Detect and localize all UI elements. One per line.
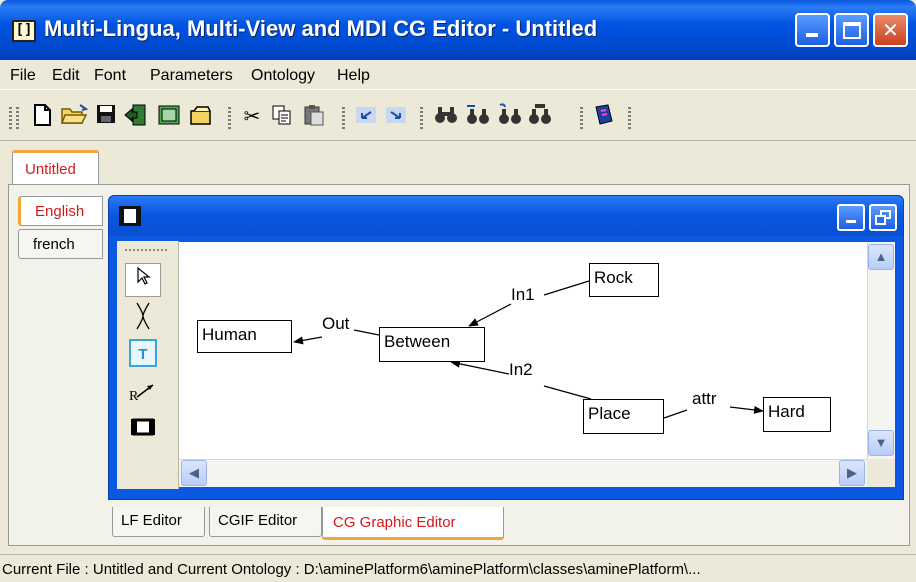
relation-in2[interactable]: In2 (509, 360, 533, 380)
concept-label: Between (384, 332, 451, 351)
edge-in2-between (450, 359, 510, 375)
concept-rock[interactable]: Rock (589, 263, 659, 297)
open-folder-icon[interactable] (60, 103, 89, 131)
find-replace-icon[interactable] (496, 103, 524, 131)
toolbar-separator (420, 107, 423, 131)
edge-between-out (353, 329, 380, 336)
language-tab-english[interactable]: English (18, 196, 103, 226)
title-bar: [] Multi-Lingua, Multi-View and MDI CG E… (0, 0, 916, 60)
status-text: Current File : Untitled and Current Onto… (2, 561, 701, 578)
concept-frame-tool[interactable] (125, 416, 161, 446)
close-button[interactable]: ✕ (873, 13, 908, 47)
toolbar-grip[interactable] (628, 107, 631, 131)
relation-in1[interactable]: In1 (511, 285, 535, 305)
concept-human[interactable]: Human (197, 320, 292, 353)
edge-in1-between (468, 303, 512, 327)
maximize-icon (843, 22, 861, 39)
vertical-scrollbar[interactable]: ▲ ▼ (867, 242, 895, 459)
menu-file[interactable]: File (10, 67, 36, 85)
scroll-left-button[interactable]: ◀ (181, 460, 207, 486)
relation-attr[interactable]: attr (692, 389, 717, 409)
internal-minimize-button[interactable] (837, 204, 865, 231)
minimize-button[interactable] (795, 13, 830, 47)
scroll-down-button[interactable]: ▼ (868, 430, 894, 456)
folder-icon[interactable] (188, 103, 216, 131)
document-tab-untitled[interactable]: Untitled (12, 150, 99, 184)
undo-icon[interactable] (352, 103, 380, 131)
toolbar-separator (580, 107, 583, 131)
toolbar-separator (228, 107, 231, 131)
concept-hard[interactable]: Hard (763, 397, 831, 432)
toolbar-grip[interactable] (16, 107, 19, 131)
tab-cgif-editor[interactable]: CGIF Editor (209, 507, 322, 537)
tool-palette: T R (117, 241, 179, 489)
new-file-icon[interactable] (28, 103, 56, 131)
palette-grip[interactable] (125, 249, 169, 251)
select-arrow-icon[interactable] (125, 263, 161, 297)
edge-place-attr (663, 409, 688, 419)
language-tab-label: English (35, 203, 85, 220)
toolbar: ✂ (0, 91, 916, 141)
redo-icon[interactable] (382, 103, 410, 131)
copy-icon[interactable] (268, 103, 296, 131)
book-icon[interactable] (590, 103, 618, 131)
edge-rock-in1 (543, 280, 590, 296)
find-next-icon[interactable] (464, 103, 492, 131)
graph-canvas[interactable]: Rock Human Between Place Hard In1 Out In… (179, 242, 867, 459)
save-icon[interactable] (92, 103, 120, 131)
menu-font[interactable]: Font (94, 67, 126, 85)
tab-label: LF Editor (121, 512, 182, 529)
minimize-icon (846, 220, 856, 223)
maximize-button[interactable] (834, 13, 869, 47)
internal-restore-button[interactable] (869, 204, 897, 231)
concept-label: Human (202, 325, 257, 344)
cut-icon[interactable]: ✂ (238, 103, 266, 131)
find-icon[interactable] (432, 103, 460, 131)
edge-out-human (293, 336, 323, 345)
scroll-up-button[interactable]: ▲ (868, 244, 894, 270)
exit-icon[interactable] (122, 103, 150, 131)
tab-lf-editor[interactable]: LF Editor (112, 507, 205, 537)
text-icon[interactable]: T (129, 339, 157, 367)
open-ontology-icon[interactable] (156, 103, 184, 131)
relation-arrow-icon[interactable]: R (125, 375, 161, 409)
document-tab-label: Untitled (25, 161, 76, 178)
toolbar-separator (342, 107, 345, 131)
language-tab-french[interactable]: french (18, 229, 103, 259)
tab-cg-graphic-editor[interactable]: CG Graphic Editor (322, 507, 504, 540)
language-tab-label: french (33, 236, 75, 253)
menu-ontology[interactable]: Ontology (251, 67, 315, 85)
toolbar-grip[interactable] (9, 107, 12, 131)
concept-label: Hard (768, 402, 805, 421)
paste-icon[interactable] (300, 103, 328, 131)
concept-label: Place (588, 404, 631, 423)
context-icon[interactable] (125, 451, 161, 465)
window-title: Multi-Lingua, Multi-View and MDI CG Edit… (44, 16, 598, 41)
concept-label: Rock (594, 268, 633, 287)
find-all-icon[interactable] (526, 103, 554, 131)
tab-label: CGIF Editor (218, 512, 298, 529)
concept-place[interactable]: Place (583, 399, 664, 434)
minimize-icon (806, 33, 818, 37)
coreference-icon[interactable] (125, 301, 161, 335)
menu-parameters[interactable]: Parameters (150, 67, 233, 85)
status-bar: Current File : Untitled and Current Onto… (0, 554, 916, 582)
concept-frame-icon (119, 206, 141, 226)
tab-label: CG Graphic Editor (333, 514, 456, 531)
relation-out[interactable]: Out (322, 314, 349, 334)
app-frame-icon[interactable]: [] (12, 20, 36, 42)
scroll-right-button[interactable]: ▶ (839, 460, 865, 486)
edge-attr-hard (729, 405, 764, 414)
horizontal-scrollbar[interactable]: ◀ ▶ (179, 459, 867, 487)
menu-help[interactable]: Help (337, 67, 370, 85)
edge-place-in2 (543, 385, 592, 400)
scroll-corner (867, 459, 895, 487)
internal-frame-title-bar[interactable] (109, 196, 903, 236)
menu-edit[interactable]: Edit (52, 67, 80, 85)
concept-between[interactable]: Between (379, 327, 485, 362)
close-icon: ✕ (882, 18, 899, 42)
menu-bar: File Edit Font Parameters Ontology Help (0, 60, 916, 90)
